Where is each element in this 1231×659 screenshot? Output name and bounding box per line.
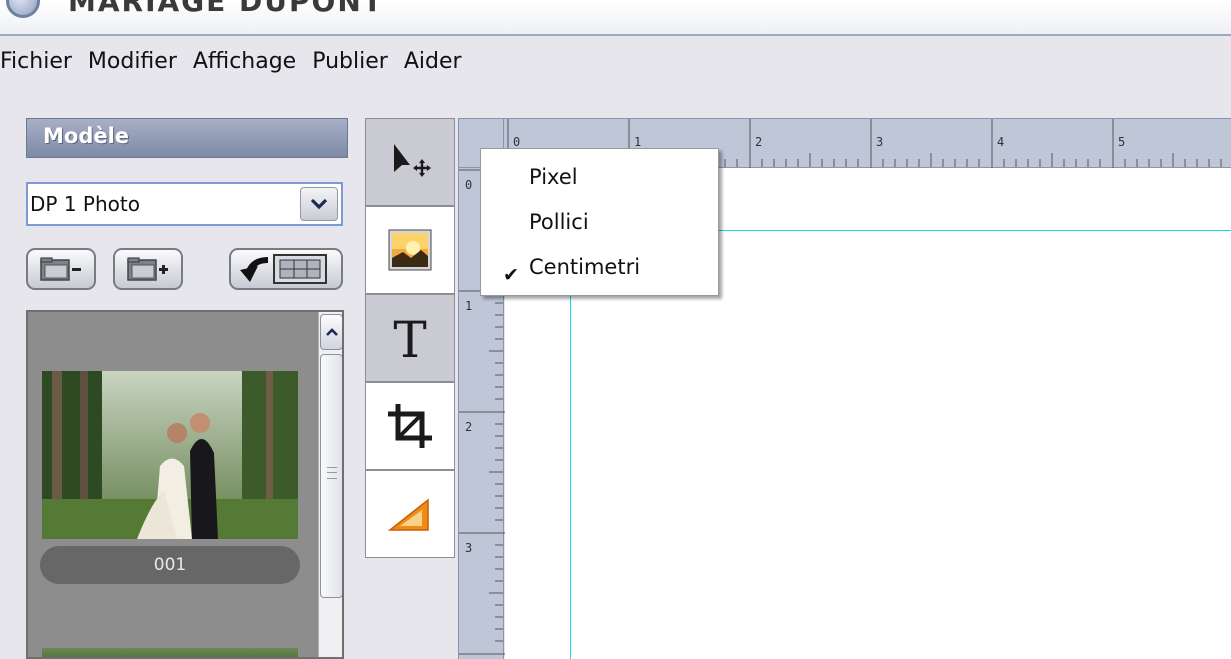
template-thumbnails: 001 bbox=[26, 310, 344, 659]
toolbox: T bbox=[365, 118, 455, 560]
menu-bar: Fichier Modifier Affichage Publier Aider bbox=[0, 38, 1231, 84]
move-tool-icon bbox=[394, 144, 431, 177]
thumbnail-next[interactable] bbox=[42, 648, 298, 657]
ruler-h-label: 2 bbox=[755, 135, 763, 149]
apply-template-icon bbox=[240, 254, 327, 284]
crop-tool[interactable] bbox=[365, 382, 455, 470]
thumbnail-caption: 001 bbox=[40, 546, 300, 584]
ruler-v-label: 1 bbox=[465, 299, 473, 313]
text-tool[interactable]: T bbox=[365, 294, 455, 382]
menu-aider[interactable]: Aider bbox=[404, 49, 474, 74]
add-folder-button[interactable] bbox=[113, 248, 183, 290]
image-tool-icon bbox=[388, 229, 432, 271]
ruler-h-label: 0 bbox=[513, 135, 521, 149]
checkmark-icon: ✔ bbox=[503, 264, 519, 286]
ruler-h-label: 3 bbox=[876, 135, 884, 149]
crop-tool-icon bbox=[388, 404, 432, 448]
move-tool[interactable] bbox=[365, 118, 455, 206]
window-title: MARIAGE DUPONT bbox=[68, 0, 384, 18]
chevron-down-icon[interactable] bbox=[300, 187, 338, 221]
menu-modifier[interactable]: Modifier bbox=[88, 49, 189, 74]
scroll-thumb[interactable] bbox=[320, 354, 342, 598]
menu-fichier[interactable]: Fichier bbox=[0, 49, 84, 74]
thumbnail-image[interactable] bbox=[42, 371, 298, 539]
svg-text:T: T bbox=[393, 313, 426, 363]
units-option-centimetri[interactable]: Centimetri bbox=[529, 255, 640, 279]
image-tool[interactable] bbox=[365, 206, 455, 294]
units-option-pollici[interactable]: Pollici bbox=[529, 210, 589, 234]
triangle-tool-icon bbox=[387, 498, 429, 531]
title-bar: MARIAGE DUPONT bbox=[0, 0, 1231, 36]
template-panel: Modèle DP 1 Photo 001 bbox=[0, 84, 360, 659]
ruler-h-label: 1 bbox=[634, 135, 642, 149]
text-tool-icon: T bbox=[393, 313, 426, 363]
ruler-v-label: 0 bbox=[465, 178, 473, 192]
menu-affichage[interactable]: Affichage bbox=[193, 49, 308, 74]
add-folder-icon bbox=[127, 257, 168, 281]
remove-folder-icon bbox=[40, 257, 81, 281]
ruler-v-label: 2 bbox=[465, 420, 473, 434]
ruler-v-label: 3 bbox=[465, 541, 473, 555]
ruler-h-label: 5 bbox=[1118, 135, 1126, 149]
remove-folder-button[interactable] bbox=[26, 248, 96, 290]
template-select[interactable]: DP 1 Photo bbox=[26, 182, 343, 226]
app-window: MARIAGE DUPONT Fichier Modifier Affichag… bbox=[0, 0, 1231, 659]
template-select-value: DP 1 Photo bbox=[30, 192, 140, 216]
triangle-tool[interactable] bbox=[365, 470, 455, 558]
scroll-up-icon[interactable] bbox=[320, 314, 342, 350]
thumbnail-scrollbar[interactable] bbox=[318, 312, 342, 657]
apply-template-button[interactable] bbox=[229, 248, 343, 290]
scroll-grip-icon bbox=[327, 467, 337, 479]
ruler-h-label: 4 bbox=[997, 135, 1005, 149]
ruler-units-menu: Pixel Pollici ✔ Centimetri bbox=[480, 148, 719, 296]
menu-publier[interactable]: Publier bbox=[312, 49, 400, 74]
panel-header: Modèle bbox=[26, 118, 348, 158]
app-icon bbox=[6, 0, 40, 18]
units-option-pixel[interactable]: Pixel bbox=[529, 165, 578, 189]
